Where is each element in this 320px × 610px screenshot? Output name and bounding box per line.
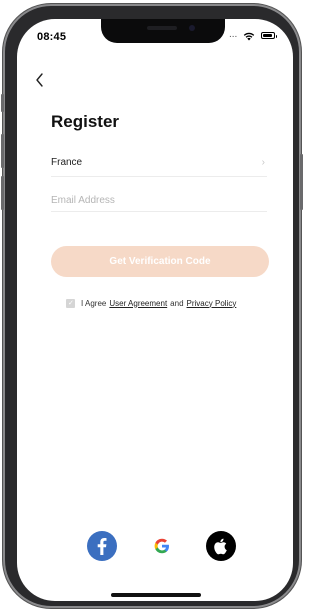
privacy-policy-link[interactable]: Privacy Policy [187, 299, 237, 308]
country-selector[interactable]: France › [51, 155, 267, 177]
agree-conjunction: and [170, 298, 184, 308]
agreement-row: ✓ I Agree User Agreement and Privacy Pol… [66, 297, 236, 309]
notch [101, 19, 225, 43]
speaker [147, 26, 177, 30]
side-button-power [300, 154, 303, 210]
google-icon [154, 538, 169, 554]
user-agreement-link[interactable]: User Agreement [109, 299, 167, 308]
country-value: France [51, 157, 83, 168]
check-icon: ✓ [68, 299, 74, 307]
wifi-icon [243, 32, 255, 41]
back-button[interactable] [33, 71, 47, 89]
status-time: 08:45 [37, 31, 67, 43]
signal-dots: ... [229, 29, 238, 40]
phone-frame: 08:45 ... Register France › Get Verifica… [1, 4, 303, 608]
facebook-icon [97, 538, 107, 555]
page-title: Register [51, 112, 120, 131]
battery-icon [261, 32, 277, 39]
camera [189, 25, 195, 31]
get-verification-code-button[interactable]: Get Verification Code [51, 246, 269, 277]
side-button-volume-down [1, 176, 4, 210]
side-button-mute [1, 94, 4, 112]
email-field[interactable] [51, 190, 267, 212]
side-button-volume-up [1, 134, 4, 168]
home-indicator[interactable] [111, 593, 201, 597]
screen: 08:45 ... Register France › Get Verifica… [17, 19, 293, 601]
apple-icon [214, 538, 227, 555]
facebook-login-button[interactable] [87, 531, 117, 561]
agree-checkbox[interactable]: ✓ [66, 298, 75, 308]
agree-prefix: I Agree [81, 298, 107, 308]
social-login-row [87, 531, 237, 563]
google-login-button[interactable] [147, 531, 177, 561]
apple-login-button[interactable] [206, 531, 236, 561]
chevron-right-icon: › [261, 157, 265, 168]
